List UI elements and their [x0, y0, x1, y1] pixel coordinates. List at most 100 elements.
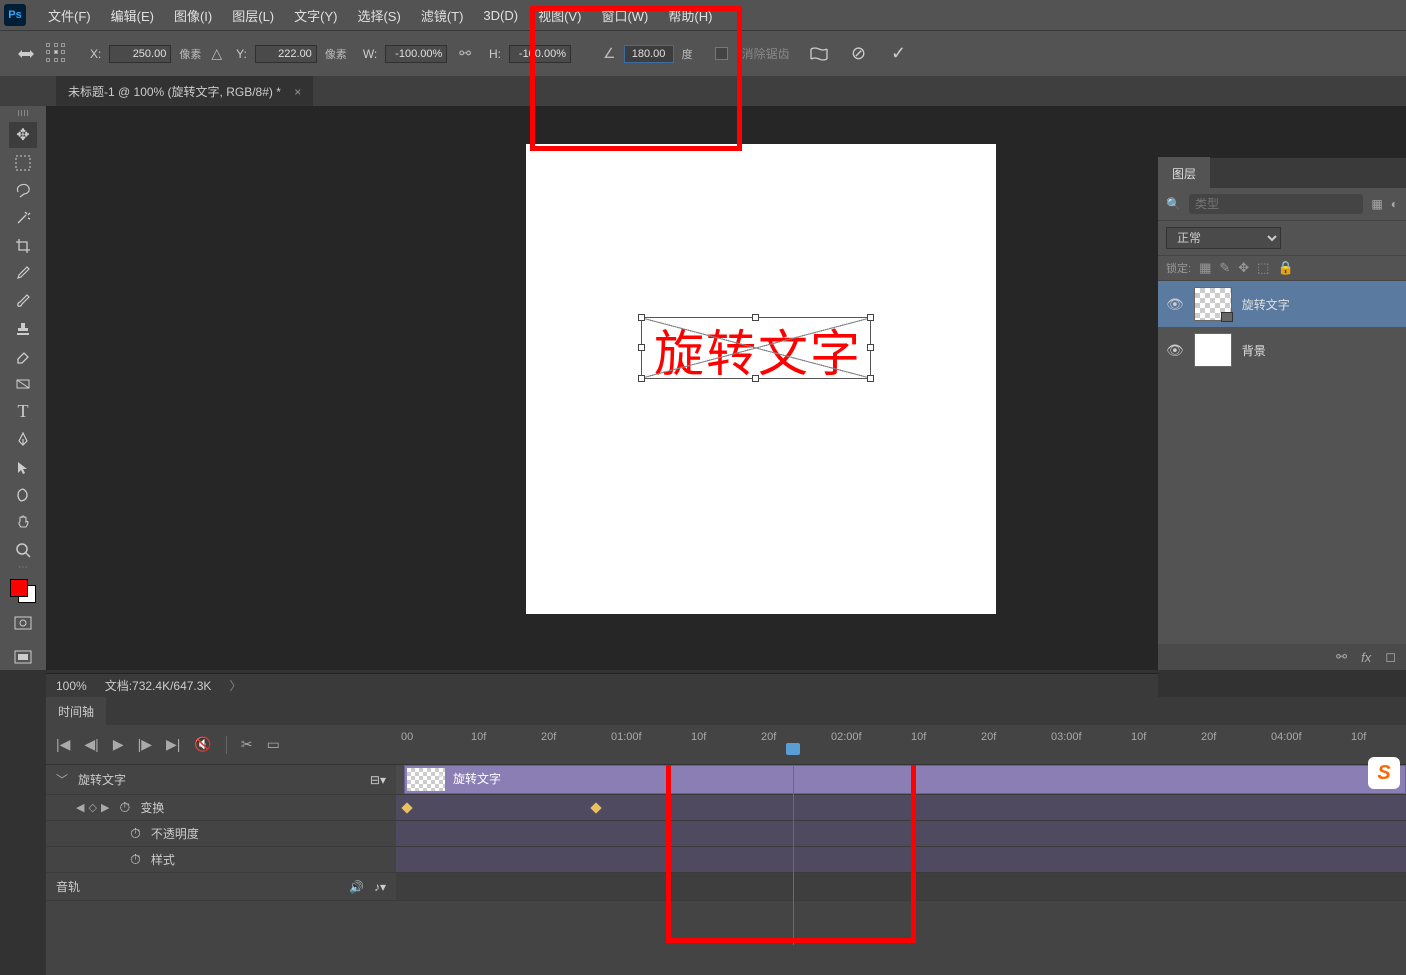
blend-mode-select[interactable]: 正常	[1166, 227, 1281, 249]
property-row-opacity[interactable]: ⏱ 不透明度	[46, 821, 1406, 847]
lasso-tool[interactable]	[9, 177, 37, 203]
music-icon[interactable]: ♪▾	[374, 880, 386, 894]
x-input[interactable]	[109, 45, 171, 63]
eraser-tool[interactable]	[9, 343, 37, 369]
stopwatch-icon[interactable]: ⏱	[130, 825, 141, 842]
lock-all-icon[interactable]: 🔒	[1277, 260, 1293, 276]
goto-end-icon[interactable]: ▶|	[166, 736, 180, 753]
stopwatch-icon[interactable]: ⏱	[130, 851, 141, 868]
path-select-tool[interactable]	[9, 454, 37, 480]
pen-tool[interactable]	[9, 426, 37, 452]
menu-file[interactable]: 文件(F)	[38, 0, 101, 31]
video-clip[interactable]: ▸ 旋转文字	[404, 765, 1406, 794]
menu-select[interactable]: 选择(S)	[347, 0, 410, 31]
timeline-controls: |◀ ◀| ▶ |▶ ▶| 🔇 ✂ ▭	[46, 736, 396, 754]
property-row-style[interactable]: ⏱ 样式	[46, 847, 1406, 873]
menu-view[interactable]: 视图(V)	[528, 0, 591, 31]
filter-adjust-icon[interactable]: ◐	[1391, 197, 1398, 211]
marquee-tool[interactable]	[9, 150, 37, 176]
lock-paint-icon[interactable]: ✎	[1219, 260, 1230, 276]
audio-track-row[interactable]: 音轨 🔊 ♪▾	[46, 873, 1406, 901]
goto-start-icon[interactable]: |◀	[56, 736, 70, 753]
lock-position-icon[interactable]: ✥	[1238, 260, 1249, 276]
color-swatches[interactable]	[10, 579, 36, 603]
x-label: X:	[90, 47, 101, 61]
next-frame-icon[interactable]: |▶	[138, 736, 152, 753]
link-icon[interactable]: ⚯	[459, 45, 471, 62]
ruler-tick: 00	[401, 731, 413, 743]
close-tab-icon[interactable]: ×	[294, 85, 301, 99]
mask-icon[interactable]: ◻	[1385, 649, 1396, 665]
h-input[interactable]	[509, 45, 571, 63]
mute-icon[interactable]: 🔇	[194, 736, 211, 753]
visibility-icon[interactable]: 👁	[1166, 296, 1184, 313]
timeline-tab[interactable]: 时间轴	[46, 697, 106, 726]
layer-item-text[interactable]: 👁 旋转文字	[1158, 281, 1406, 327]
transition-icon[interactable]: ▭	[267, 736, 280, 753]
cancel-button[interactable]: ⊘	[848, 43, 870, 65]
transform-bounding-box[interactable]	[641, 317, 871, 379]
reference-point-grid[interactable]	[46, 43, 68, 65]
stamp-tool[interactable]	[9, 316, 37, 342]
menu-layer[interactable]: 图层(L)	[222, 0, 284, 31]
timeline-ruler[interactable]: 00 10f 20f 01:00f 10f 20f 02:00f 10f 20f…	[396, 725, 1406, 765]
commit-button[interactable]: ✓	[888, 43, 910, 65]
type-tool[interactable]: T	[9, 399, 37, 425]
playhead[interactable]	[786, 743, 800, 755]
prop-label: 变换	[140, 799, 164, 816]
menu-image[interactable]: 图像(I)	[164, 0, 222, 31]
hand-tool[interactable]	[9, 509, 37, 535]
shape-tool[interactable]	[9, 482, 37, 508]
layer-item-background[interactable]: 👁 背景	[1158, 327, 1406, 373]
keyframe[interactable]	[590, 802, 601, 813]
wand-tool[interactable]	[9, 205, 37, 231]
prev-frame-icon[interactable]: ◀|	[84, 736, 98, 753]
keyframe[interactable]	[401, 802, 412, 813]
keyframe-nav[interactable]: ◀◇▶	[76, 801, 109, 814]
menu-filter[interactable]: 滤镜(T)	[411, 0, 474, 31]
screenmode-icon[interactable]	[9, 644, 37, 670]
zoom-tool[interactable]	[9, 537, 37, 563]
move-tool[interactable]: ✥	[9, 122, 37, 148]
split-icon[interactable]: ✂	[241, 736, 253, 753]
antialias-checkbox[interactable]	[715, 47, 728, 60]
warp-button[interactable]	[808, 43, 830, 65]
fx-icon[interactable]: fx	[1361, 650, 1371, 665]
menu-type[interactable]: 文字(Y)	[284, 0, 347, 31]
link-layers-icon[interactable]: ⚯	[1336, 649, 1347, 665]
doc-info[interactable]: 文档:732.4K/647.3K	[105, 677, 212, 694]
visibility-icon[interactable]: 👁	[1166, 342, 1184, 359]
y-input[interactable]	[255, 45, 317, 63]
stopwatch-icon[interactable]: ⏱	[119, 799, 130, 816]
w-input[interactable]	[385, 45, 447, 63]
layer-search-input[interactable]	[1189, 194, 1363, 214]
menu-3d[interactable]: 3D(D)	[473, 2, 528, 29]
lock-transparency-icon[interactable]: ▦	[1199, 260, 1211, 276]
status-arrow-icon[interactable]: 〉	[229, 677, 241, 694]
angle-input[interactable]	[624, 45, 674, 63]
gradient-tool[interactable]	[9, 371, 37, 397]
prop-label: 样式	[151, 851, 175, 868]
menu-window[interactable]: 窗口(W)	[591, 0, 658, 31]
panel-grip[interactable]	[11, 110, 35, 116]
delta-icon[interactable]: △	[211, 45, 222, 62]
layers-tab[interactable]: 图层	[1158, 157, 1210, 190]
property-row-transform[interactable]: ◀◇▶ ⏱ 变换	[46, 795, 1406, 821]
document-tab[interactable]: 未标题-1 @ 100% (旋转文字, RGB/8#) * ×	[56, 76, 313, 106]
quickmask-icon[interactable]	[9, 611, 37, 637]
crop-tool[interactable]	[9, 233, 37, 259]
lock-artboard-icon[interactable]: ⬚	[1257, 260, 1269, 276]
collapse-icon[interactable]: ﹀	[56, 771, 68, 788]
ruler-tick: 10f	[471, 731, 486, 743]
eyedropper-tool[interactable]	[9, 260, 37, 286]
filter-pixel-icon[interactable]: ▦	[1371, 197, 1382, 211]
menu-edit[interactable]: 编辑(E)	[101, 0, 164, 31]
speaker-icon[interactable]: 🔊	[349, 880, 364, 894]
track-row[interactable]: ﹀ 旋转文字 ⊟▾ ▸ 旋转文字	[46, 765, 1406, 795]
x-unit: 像素	[179, 46, 201, 62]
brush-tool[interactable]	[9, 288, 37, 314]
track-options-icon[interactable]: ⊟▾	[370, 773, 386, 787]
play-icon[interactable]: ▶	[113, 736, 124, 753]
menu-help[interactable]: 帮助(H)	[658, 0, 722, 31]
zoom-value[interactable]: 100%	[56, 679, 87, 693]
